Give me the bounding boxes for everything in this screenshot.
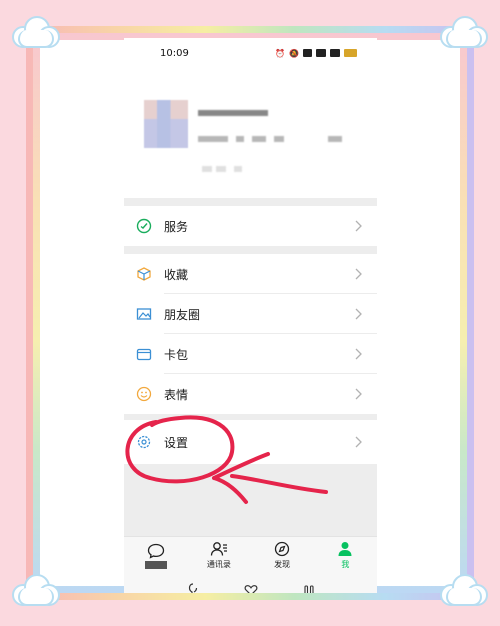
blurred-status <box>202 166 212 172</box>
person-icon <box>338 542 352 556</box>
menu-label-stickers: 表情 <box>164 387 189 402</box>
chevron-right-icon <box>355 220 362 232</box>
chevron-right-icon <box>355 268 362 280</box>
assistant-icon[interactable] <box>187 583 199 593</box>
menu-label-settings: 设置 <box>164 435 189 450</box>
blurred-nickname <box>198 110 268 116</box>
hd-icon <box>303 49 312 57</box>
battery-icon <box>344 49 357 57</box>
tab-me[interactable]: 我 <box>314 537 377 574</box>
status-time: 10:09 <box>160 47 189 59</box>
chevron-right-icon <box>355 436 362 448</box>
signal-icon-2 <box>330 49 340 57</box>
tab-chats[interactable] <box>124 537 187 574</box>
qr-code-icon[interactable] <box>328 136 342 142</box>
bottom-tab-bar: 通讯录 发现 我 <box>124 536 377 574</box>
chevron-right-icon <box>355 388 362 400</box>
gear-icon <box>136 434 152 450</box>
card-wallet-icon <box>136 346 152 362</box>
tab-contacts[interactable]: 通讯录 <box>187 537 250 574</box>
image-icon <box>136 306 152 322</box>
cloud-decoration-top-left <box>12 16 60 50</box>
menu-label-services: 服务 <box>164 219 189 234</box>
status-bar: 10:09 ⏰ 🔕 <box>124 38 377 68</box>
cloud-decoration-bottom-right <box>440 574 488 608</box>
menu-label-favorites: 收藏 <box>164 267 189 282</box>
cube-icon <box>136 266 152 282</box>
menu-label-cards: 卡包 <box>164 347 189 362</box>
menu-item-cards[interactable]: 卡包 <box>124 334 377 374</box>
phone-screen: 10:09 ⏰ 🔕 服务 收藏 朋友圈 卡包 表情 设置 通讯录 发现 我 <box>124 38 377 593</box>
mute-icon: 🔕 <box>289 48 299 58</box>
tab-label-discover: 发现 <box>274 560 291 569</box>
profile-header[interactable] <box>124 68 377 198</box>
menu-item-services[interactable]: 服务 <box>124 206 377 246</box>
cloud-decoration-bottom-left <box>12 574 60 608</box>
alarm-icon: ⏰ <box>275 48 286 58</box>
cloud-decoration-top-right <box>440 16 488 50</box>
chevron-right-icon <box>355 308 362 320</box>
menu-item-settings[interactable]: 设置 <box>124 420 377 464</box>
tab-discover[interactable]: 发现 <box>251 537 314 574</box>
signal-icon <box>316 49 326 57</box>
menu-item-stickers[interactable]: 表情 <box>124 374 377 414</box>
chevron-right-icon <box>355 348 362 360</box>
tab-label-contacts: 通讯录 <box>206 560 231 569</box>
menu-item-moments[interactable]: 朋友圈 <box>124 294 377 334</box>
smiley-icon <box>136 386 152 402</box>
wallet-icon <box>136 218 152 234</box>
compass-icon <box>274 541 290 557</box>
heart-icon[interactable] <box>244 583 258 593</box>
system-nav-bar <box>124 574 377 593</box>
recents-icon[interactable] <box>303 583 315 593</box>
blurred-wechat-id <box>198 136 228 142</box>
chat-icon <box>147 543 164 559</box>
menu-label-moments: 朋友圈 <box>164 307 201 322</box>
tab-label-chats <box>144 560 167 569</box>
menu-item-favorites[interactable]: 收藏 <box>124 254 377 294</box>
contacts-icon <box>210 542 227 556</box>
tab-label-me: 我 <box>341 560 350 569</box>
avatar[interactable] <box>144 100 188 148</box>
